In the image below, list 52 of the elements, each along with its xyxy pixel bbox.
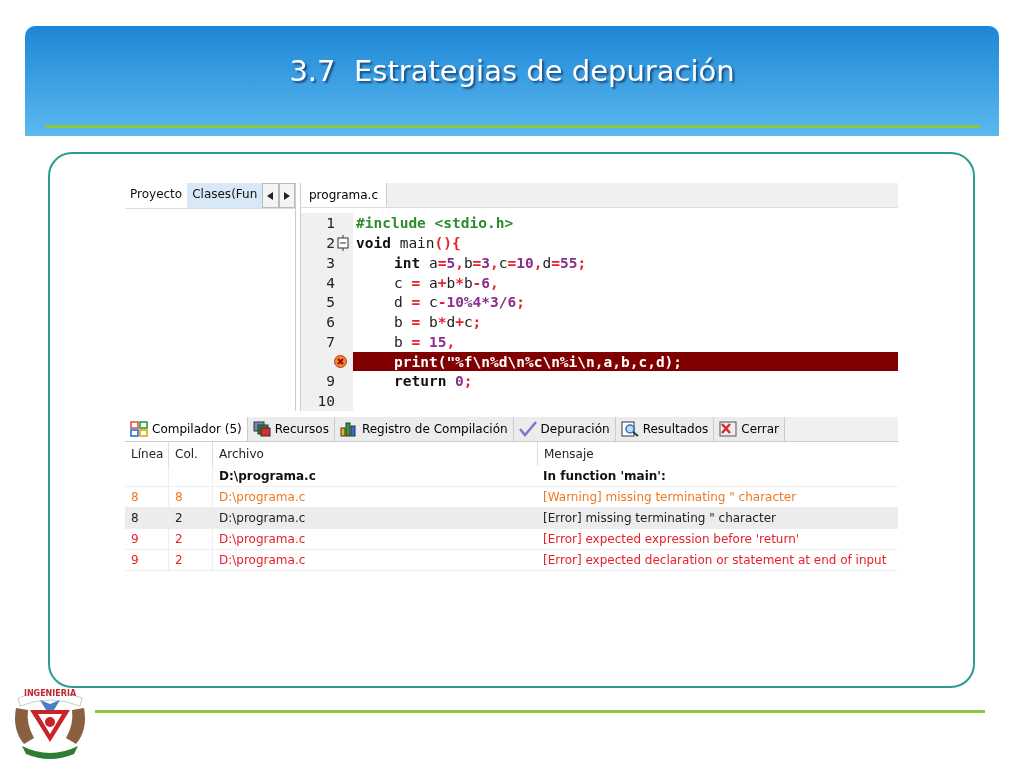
panel-tab[interactable]: Recursos [247, 417, 335, 441]
line-number: 4 [326, 274, 335, 291]
panel-tab[interactable]: Depuración [513, 417, 616, 441]
table-cell: [Error] missing terminating " character [537, 508, 898, 529]
table-cell: 2 [168, 529, 212, 550]
line-number: 10 [317, 393, 335, 410]
line-number: 7 [326, 333, 335, 350]
line-number: 9 [326, 373, 335, 390]
table-cell: D:\programa.c [212, 529, 537, 550]
highlighted-code-line: print("%f\n%d\n%c\n%i\n,a,b,c,d); [394, 353, 683, 370]
panel-tab[interactable]: Resultados [615, 417, 715, 441]
table-cell: 8 [168, 487, 212, 508]
table-cell: 2 [168, 550, 212, 571]
bar-chart-icon [339, 421, 358, 437]
pane-tab[interactable]: Proyecto [125, 183, 188, 208]
panel-tab[interactable]: Cerrar [714, 417, 785, 441]
code-line: d = c-10%4*3/6; [394, 294, 525, 311]
code-line: int a=5,b=3,c=10,d=55; [394, 254, 587, 271]
code-line: b = 15, [394, 333, 456, 350]
code-line: b = b*d+c; [394, 314, 482, 331]
fold-icon[interactable] [337, 235, 349, 251]
table-cell: D:\programa.c [212, 487, 537, 508]
line-number: 5 [326, 294, 335, 311]
check-icon [518, 421, 537, 437]
table-cell: D:\programa.c [212, 508, 537, 529]
code-line: c = a+b*b-6, [394, 274, 499, 291]
close-icon [719, 421, 738, 437]
table-cell: 2 [168, 508, 212, 529]
grid-icon [130, 421, 148, 437]
logo-text: INGENIERIA [23, 689, 77, 698]
panel-tab[interactable]: Compilador (5) [125, 417, 248, 441]
table-cell: D:\programa.c [212, 550, 537, 571]
table-cell: 8 [125, 508, 168, 529]
slide-title: 3.7 Estrategias de depuración [289, 54, 735, 88]
right-triangle-icon [283, 191, 290, 200]
search-icon [620, 421, 639, 437]
windows-icon [252, 421, 271, 437]
line-number: 2 [326, 235, 335, 251]
line-number: 1 [326, 215, 335, 232]
pane-tab[interactable]: Clases(Fun [187, 183, 263, 208]
code-line: void main(){ [356, 235, 461, 251]
crest-drawing [15, 690, 85, 759]
table-cell: D:\programa.c [212, 466, 537, 487]
line-number: 3 [326, 254, 335, 271]
left-triangle-icon [267, 191, 274, 200]
file-tab[interactable]: programa.c [301, 183, 387, 208]
code-line: return 0; [394, 373, 473, 390]
column-header[interactable]: Línea [125, 442, 168, 466]
code-line: #include <stdio.h> [356, 215, 514, 232]
line-number: 6 [326, 314, 335, 331]
scroll-left-button[interactable] [262, 183, 279, 208]
panel-tab[interactable]: Registro de Compilación [334, 417, 514, 441]
